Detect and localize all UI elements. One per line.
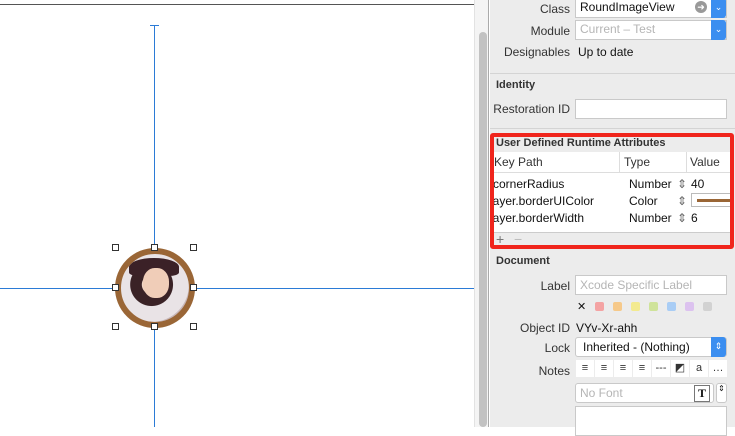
chevron-down-icon[interactable]: ⌄ (711, 20, 726, 40)
tag-green[interactable] (649, 302, 658, 311)
object-id-label: Object ID (519, 321, 570, 335)
background-color-icon[interactable]: a (690, 360, 708, 377)
text-color-icon[interactable]: ◩ (671, 360, 689, 377)
resize-handle[interactable] (151, 244, 158, 251)
module-field[interactable]: Current – Test ⌄ (575, 20, 727, 40)
class-field[interactable]: RoundImageView ➜ ⌄ (575, 0, 727, 18)
round-image-view[interactable] (115, 248, 195, 328)
notes-textarea[interactable] (575, 406, 727, 436)
notes-label: Notes (538, 364, 570, 378)
font-field[interactable]: No Font T (575, 383, 714, 403)
font-picker-icon[interactable]: T (693, 385, 710, 402)
tag-red[interactable] (595, 302, 604, 311)
scrollbar[interactable] (474, 0, 489, 427)
restoration-id-label: Restoration ID (493, 102, 570, 116)
object-id-value: VYv-Xr-ahh (576, 321, 638, 335)
justify-icon[interactable]: ≡ (633, 360, 651, 377)
horizontal-guide (0, 288, 474, 289)
tag-purple[interactable] (685, 302, 694, 311)
tag-gray[interactable] (703, 302, 712, 311)
module-label: Module (530, 24, 570, 38)
chevron-down-icon[interactable]: ⌄ (711, 0, 726, 18)
guide-tick (150, 25, 159, 26)
module-placeholder: Current – Test (580, 22, 656, 36)
photo-face (143, 268, 169, 298)
lock-label: Lock (544, 341, 570, 355)
go-arrow-icon[interactable]: ➜ (695, 1, 707, 13)
canvas-edge (0, 4, 474, 5)
resize-handle[interactable] (112, 323, 119, 330)
lock-select[interactable]: Inherited - (Nothing) ⇕ (575, 337, 727, 357)
tag-yellow[interactable] (631, 302, 640, 311)
resize-handle[interactable] (151, 323, 158, 330)
tag-blue[interactable] (667, 302, 676, 311)
natural-align-icon[interactable]: --- (652, 360, 670, 377)
document-header: Document (496, 255, 550, 267)
highlight-annotation (490, 133, 734, 249)
divider (490, 73, 735, 74)
designables-value: Up to date (578, 45, 634, 59)
label-label: Label (540, 279, 570, 293)
designables-label: Designables (503, 45, 570, 59)
restoration-id-input[interactable] (575, 99, 727, 119)
class-label: Class (539, 2, 570, 16)
resize-handle[interactable] (190, 284, 197, 291)
divider (490, 128, 735, 129)
identity-header: Identity (496, 79, 536, 91)
stepper-icon[interactable]: ⇕ (711, 337, 726, 357)
scroll-thumb[interactable] (479, 32, 487, 427)
font-size-stepper[interactable]: ⇕ (716, 383, 727, 403)
align-center-icon[interactable]: ≡ (595, 360, 613, 377)
clear-tag-icon[interactable]: ✕ (577, 300, 586, 313)
resize-handle[interactable] (112, 284, 119, 291)
align-left-icon[interactable]: ≡ (576, 360, 594, 377)
align-right-icon[interactable]: ≡ (614, 360, 632, 377)
lock-value: Inherited - (Nothing) (583, 340, 690, 354)
storyboard-canvas[interactable] (0, 0, 474, 427)
label-placeholder: Xcode Specific Label (580, 278, 693, 292)
label-input[interactable]: Xcode Specific Label (575, 275, 727, 295)
tag-orange[interactable] (613, 302, 622, 311)
class-value: RoundImageView (580, 0, 675, 14)
font-placeholder: No Font (580, 386, 623, 400)
more-icon[interactable]: … (709, 360, 727, 377)
resize-handle[interactable] (112, 244, 119, 251)
resize-handle[interactable] (190, 323, 197, 330)
resize-handle[interactable] (190, 244, 197, 251)
vertical-guide (154, 25, 155, 427)
